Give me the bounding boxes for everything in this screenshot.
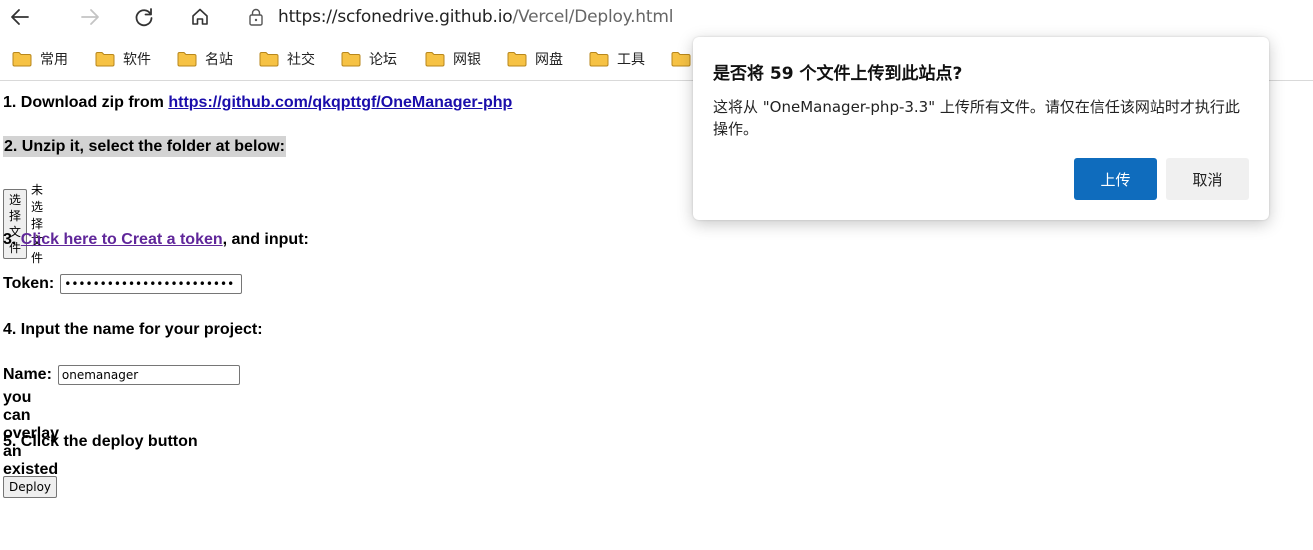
forward-arrow-icon (81, 9, 99, 25)
folder-icon (671, 52, 691, 67)
folder-icon (425, 52, 445, 67)
upload-confirm-dialog: 是否将 59 个文件上传到此站点? 这将从 "OneManager-php-3.… (693, 37, 1269, 220)
address-bar[interactable]: https://scfonedrive.github.io/Vercel/Dep… (248, 4, 673, 30)
folder-icon (12, 52, 32, 67)
cancel-button[interactable]: 取消 (1166, 158, 1249, 200)
step-4-text: 4. Input the name for your project: (3, 321, 263, 338)
bookmark-label: 论坛 (369, 52, 397, 68)
token-label: Token: (3, 275, 55, 292)
bookmark-folder[interactable]: 名站 (177, 48, 233, 70)
dialog-title: 是否将 59 个文件上传到此站点? (713, 64, 963, 84)
step-5-text: 5. Click the deploy button (3, 433, 198, 450)
step-3-suffix: , and input: (222, 231, 309, 248)
bookmark-label: 工具 (617, 52, 645, 68)
step-1-text: 1. Download zip from (3, 94, 169, 111)
step-3-prefix: 3. (3, 231, 21, 248)
step-5: 5. Click the deploy button (3, 433, 198, 451)
github-link[interactable]: https://github.com/qkqpttgf/OneManager-p… (168, 94, 512, 111)
folder-icon (259, 52, 279, 67)
upload-button[interactable]: 上传 (1074, 158, 1157, 200)
forward-button[interactable] (76, 3, 104, 31)
step-4: 4. Input the name for your project: (3, 321, 263, 339)
step-3: 3. Click here to Creat a token, and inpu… (3, 231, 309, 249)
create-token-link[interactable]: Click here to Creat a token (21, 231, 223, 248)
deploy-button[interactable]: Deploy (3, 476, 58, 498)
name-row: Name: (3, 365, 240, 385)
refresh-button[interactable] (130, 3, 158, 31)
bookmark-label: 常用 (40, 52, 68, 68)
bookmark-folder[interactable]: 常用 (12, 48, 68, 70)
bookmark-folder[interactable]: 工具 (589, 48, 645, 70)
url-path: /Vercel/Deploy.html (512, 7, 674, 27)
token-input[interactable] (60, 274, 243, 294)
name-label: Name: (3, 366, 52, 383)
bookmark-label: 社交 (287, 52, 315, 68)
step-1: 1. Download zip from https://github.com/… (3, 94, 512, 112)
bookmark-label: 软件 (123, 52, 151, 68)
bookmark-folder[interactable]: 软件 (95, 48, 151, 70)
url-text: https://scfonedrive.github.io/Vercel/Dep… (278, 7, 673, 27)
folder-icon (95, 52, 115, 67)
browser-toolbar: https://scfonedrive.github.io/Vercel/Dep… (0, 0, 1313, 34)
project-name-input[interactable] (57, 365, 240, 385)
lock-icon (249, 8, 263, 26)
bookmark-folder[interactable]: 社交 (259, 48, 315, 70)
bookmark-folder[interactable]: 网盘 (507, 48, 563, 70)
folder-icon (341, 52, 361, 67)
file-picker: 选择文件 未选择文件 (3, 181, 43, 266)
file-status: 未选择文件 (31, 183, 44, 265)
back-arrow-icon (11, 9, 29, 25)
token-row: Token: (3, 274, 243, 294)
bookmark-label: 网盘 (535, 52, 563, 68)
home-button[interactable] (186, 3, 214, 31)
folder-icon (589, 52, 609, 67)
bookmark-folder[interactable]: 网银 (425, 48, 481, 70)
home-icon (192, 8, 208, 25)
folder-icon (177, 52, 197, 67)
bookmark-label: 网银 (453, 52, 481, 68)
refresh-icon (135, 8, 153, 27)
step-2-text: 2. Unzip it, select the folder at below: (3, 136, 286, 157)
folder-icon (507, 52, 527, 67)
back-button[interactable] (6, 3, 34, 31)
dialog-message: 这将从 "OneManager-php-3.3" 上传所有文件。请仅在信任该网站… (713, 98, 1240, 138)
bookmark-folder[interactable]: 论坛 (341, 48, 397, 70)
step-2: 2. Unzip it, select the folder at below: (3, 136, 286, 157)
url-host: https://scfonedrive.github.io (278, 7, 513, 27)
bookmark-label: 名站 (205, 52, 233, 68)
